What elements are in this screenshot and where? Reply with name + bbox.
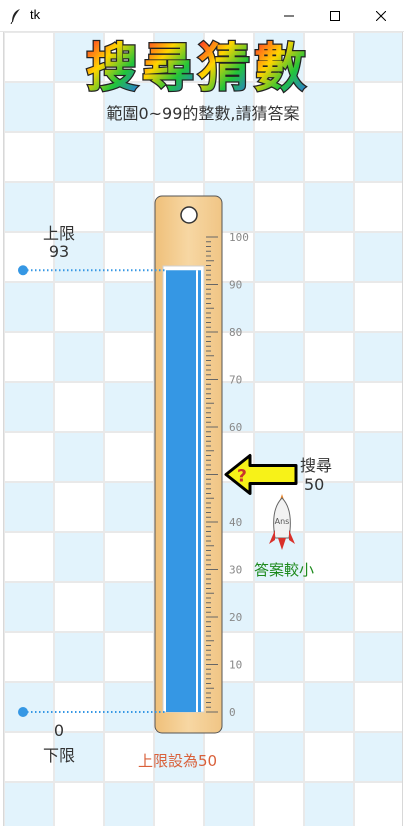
game-canvas[interactable]: 搜 尋 猜 數 範圍0~99的整數,請猜答案 上限 93 0 下限 搜尋 50 …	[3, 32, 403, 826]
ruler-tick-label: 80	[229, 326, 242, 339]
ruler-tick-label: 90	[229, 279, 242, 292]
ruler-tick-label: 70	[229, 374, 242, 387]
feather-icon	[10, 9, 20, 24]
close-button[interactable]	[358, 0, 404, 31]
window-title: tk	[30, 7, 41, 22]
ruler-tick-label: 10	[229, 659, 242, 672]
ruler-hanging-hole	[180, 206, 198, 224]
maximize-icon	[330, 10, 340, 21]
window-titlebar: tk	[0, 0, 404, 32]
maximize-button[interactable]	[312, 0, 358, 31]
lower-limit-dot[interactable]	[18, 707, 28, 717]
guess-result-text: 答案較小	[254, 561, 315, 579]
ruler-tick-label: 60	[229, 421, 242, 434]
rocket-icon: Ans	[269, 494, 295, 550]
ruler-tick-label: 30	[229, 564, 242, 577]
ruler-graphic: 1009080706050403020100 ? Ans	[18, 195, 298, 734]
upper-limit-fill-bar	[166, 270, 201, 712]
ruler-tick-label: 20	[229, 611, 242, 624]
rocket-label: Ans	[275, 517, 290, 526]
upper-limit-dot[interactable]	[18, 265, 28, 276]
ruler-tick-label: 0	[229, 706, 236, 719]
ruler-tick-label: 40	[229, 516, 242, 529]
search-question-mark: ?	[237, 467, 247, 487]
minimize-icon	[284, 15, 294, 16]
close-icon	[376, 10, 386, 21]
search-pointer-arrow: ?	[224, 454, 298, 495]
minimize-button[interactable]	[266, 0, 312, 31]
status-message: 上限設為50	[138, 752, 218, 770]
ruler-tick-label: 100	[229, 231, 249, 244]
